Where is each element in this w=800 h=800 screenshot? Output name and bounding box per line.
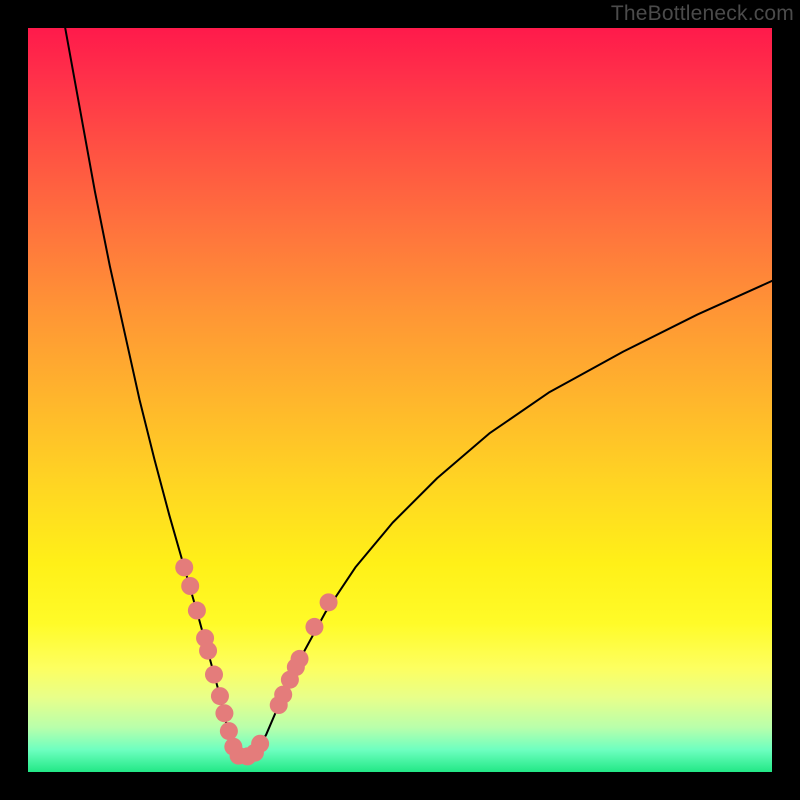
data-marker bbox=[305, 618, 323, 636]
curve-path bbox=[65, 28, 772, 756]
watermark-text: TheBottleneck.com bbox=[611, 2, 794, 26]
data-marker bbox=[181, 577, 199, 595]
chart-frame: TheBottleneck.com bbox=[0, 0, 800, 800]
bottleneck-curve bbox=[28, 28, 772, 772]
data-marker bbox=[188, 602, 206, 620]
data-marker bbox=[291, 650, 309, 668]
plot-area bbox=[28, 28, 772, 772]
data-marker bbox=[320, 593, 338, 611]
data-marker bbox=[211, 687, 229, 705]
data-marker bbox=[175, 558, 193, 576]
data-marker bbox=[205, 666, 223, 684]
data-marker bbox=[220, 722, 238, 740]
data-marker bbox=[215, 704, 233, 722]
data-marker bbox=[251, 735, 269, 753]
data-marker bbox=[199, 642, 217, 660]
